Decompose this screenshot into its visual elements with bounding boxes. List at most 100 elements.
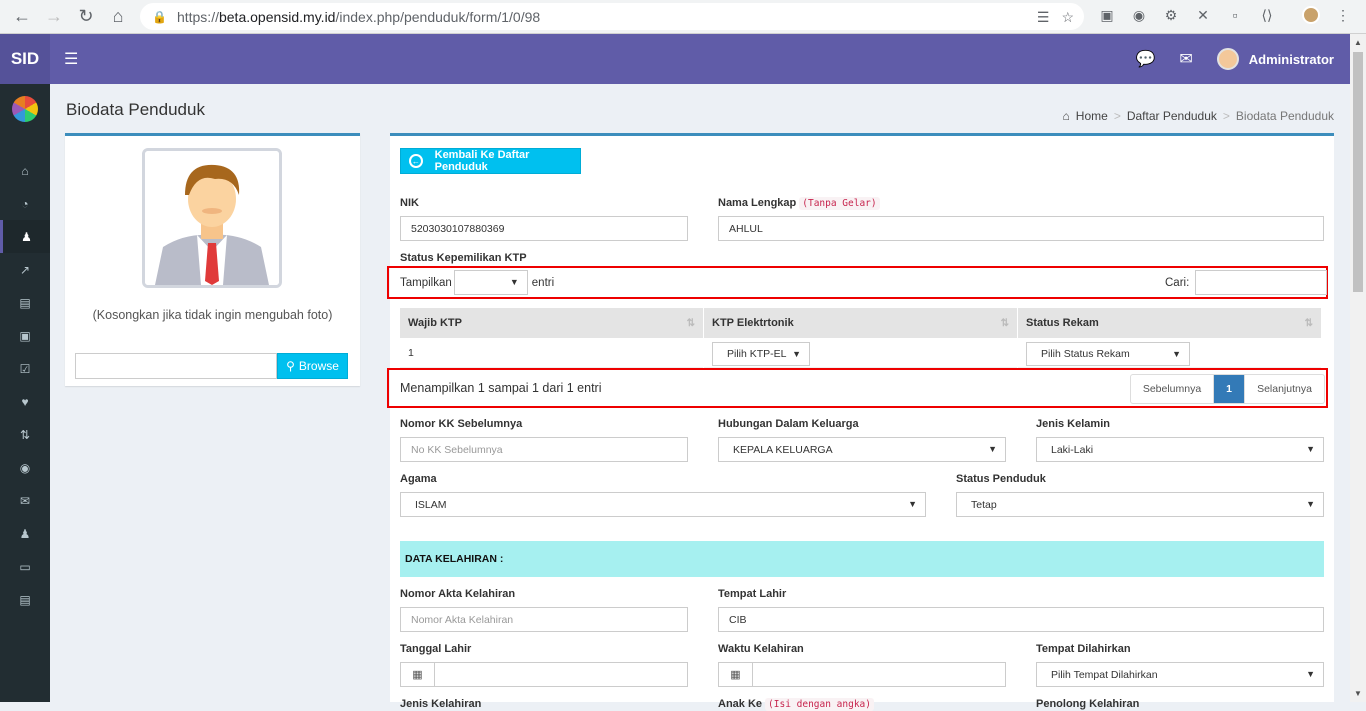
sort-icon: ⇅ [1304,317,1313,329]
chart-icon[interactable]: ↗ [0,253,50,286]
home-icon[interactable]: ⌂ [102,0,134,34]
road-sign-icon[interactable]: ⇅ [0,418,50,451]
pagination-prev[interactable]: Sebelumnya [1131,375,1214,403]
globe-icon[interactable]: ◉ [0,451,50,484]
table-search-input[interactable] [1195,270,1328,295]
jenis-kelamin-select[interactable]: Laki-Laki ▼ [1036,437,1324,462]
penolong-label: Penolong Kelahiran [1036,698,1140,710]
jenis-kelamin-label: Jenis Kelamin [1036,418,1110,430]
check-square-icon[interactable]: ☑ [0,352,50,385]
url-prefix: https:// [176,8,219,25]
users-icon[interactable]: ♟ [0,220,50,253]
column-header-status-rekam[interactable]: Status Rekam ⇅ [1018,308,1321,338]
tanggal-lahir-input[interactable]: ▦ [400,662,688,687]
photo-file-input[interactable] [75,353,277,379]
pagination-next[interactable]: Selanjutnya [1245,375,1324,403]
breadcrumb-daftar-penduduk[interactable]: Daftar Penduduk [1127,109,1217,123]
column-header-ktp-el[interactable]: KTP Elektrtonik ⇅ [704,308,1017,338]
length-control: Tampilkan ▼ entri [400,270,554,295]
nik-label: NIK [400,197,419,209]
extension-icon[interactable]: ⚙ [1162,6,1180,24]
hamburger-icon[interactable]: ☰ [64,49,78,69]
calendar-icon: ▦ [719,663,753,686]
back-to-list-button[interactable]: ← Kembali Ke Daftar Penduduk [400,148,581,174]
extension-icon[interactable]: ▫ [1226,6,1244,24]
breadcrumb-home[interactable]: Home [1076,109,1108,123]
table-info: Menampilkan 1 sampai 1 dari 1 entri [400,381,602,395]
length-select[interactable]: ▼ [453,270,528,295]
profile-avatar-icon[interactable] [1302,6,1320,24]
address-bar[interactable]: 🔒 https://beta.opensid.my.id/index.php/p… [140,3,1084,30]
extension-icon[interactable]: ⟨⟩ [1258,6,1276,24]
photo-panel: (Kosongkan jika tidak ingin mengubah fot… [65,133,360,386]
browse-button[interactable]: ⚲ Browse [277,353,348,379]
back-arrow-icon[interactable]: ← [6,0,38,34]
inbox-icon[interactable]: ▤ [0,583,50,616]
status-penduduk-select[interactable]: Tetap ▼ [956,492,1324,517]
menu-dots-icon[interactable]: ⋮ [1334,6,1352,24]
browse-label: Browse [298,359,339,373]
agama-select[interactable]: ISLAM ▼ [400,492,926,517]
monitor-icon[interactable]: ▭ [0,550,50,583]
dashboard-icon[interactable]: ◔ [0,187,50,220]
akta-input[interactable]: Nomor Akta Kelahiran [400,607,688,632]
home-icon: ⌂ [1062,109,1070,123]
envelope-icon[interactable]: ✉ [0,484,50,517]
desa-logo[interactable] [0,84,50,134]
sort-icon: ⇅ [1000,317,1009,329]
lock-icon: 🔒 [152,9,167,24]
page-scrollbar[interactable]: ▲ ▼ [1350,34,1366,702]
nama-input[interactable]: AHLUL [718,216,1324,241]
hubungan-select[interactable]: KEPALA KELUARGA ▼ [718,437,1006,462]
user-menu[interactable]: Administrator [1216,48,1334,70]
tempat-lahir-input[interactable]: CIB [718,607,1324,632]
waktu-kelahiran-input[interactable]: ▦ [718,662,1006,687]
top-navbar: SID ☰ 💬 ✉ Administrator [0,34,1350,84]
status-rekam-select[interactable]: Pilih Status Rekam ▼ [1026,341,1190,366]
pagination-page-1[interactable]: 1 [1214,375,1245,403]
extension-icon[interactable]: ✕ [1194,6,1212,24]
no-kk-input[interactable]: No KK Sebelumnya [400,437,688,462]
search-control: Cari: [1165,270,1328,295]
forward-arrow-icon[interactable]: → [38,0,70,34]
column-header-wajib-ktp[interactable]: Wajib KTP ⇅ [400,308,703,338]
app-logo[interactable]: SID [0,34,50,84]
waktu-kelahiran-label: Waktu Kelahiran [718,643,804,655]
nama-hint: (Tanpa Gelar) [799,197,880,210]
avatar [1216,48,1239,70]
bookmark-star-icon[interactable]: ☆ [1061,9,1074,26]
no-kk-label: Nomor KK Sebelumnya [400,418,523,430]
cell-ktp-el: Pilih KTP-EL ▼ [704,338,1017,368]
mail-icon[interactable]: ✉ [1179,49,1192,69]
biodata-form: ← Kembali Ke Daftar Penduduk NIK 5203030… [387,133,1334,711]
url-path: /index.php/penduduk/form/1/0/98 [335,8,541,25]
translate-icon[interactable]: ☰ [1037,9,1050,26]
tempat-dilahirkan-select[interactable]: Pilih Tempat Dilahirkan ▼ [1036,662,1324,687]
home-icon[interactable]: ⌂ [0,154,50,187]
browser-toolbar: ← → ↻ ⌂ 🔒 https://beta.opensid.my.id/ind… [0,0,1366,34]
book-icon[interactable]: ▤ [0,286,50,319]
tanggal-lahir-label: Tanggal Lahir [400,643,472,655]
search-icon: ⚲ [286,359,295,373]
sidebar: ⌂ ◔ ♟ ↗ ▤ ▣ ☑ ♥ ⇅ ◉ ✉ ♟ ▭ ▤ [0,84,50,702]
cell-status-rekam: Pilih Status Rekam ▼ [1018,338,1321,368]
heart-icon[interactable]: ♥ [0,385,50,418]
arrow-circle-left-icon: ← [409,154,423,168]
group-icon[interactable]: ♟ [0,517,50,550]
anak-ke-label: Anak Ke (Isi dengan angka) [718,698,874,711]
anak-ke-hint: (Isi dengan angka) [765,698,874,711]
reload-icon[interactable]: ↻ [70,0,102,34]
nik-input[interactable]: 5203030107880369 [400,216,688,241]
nama-label: Nama Lengkap (Tanpa Gelar) [718,197,880,210]
back-button-label: Kembali Ke Daftar Penduduk [434,149,530,173]
ktp-el-select[interactable]: Pilih KTP-EL ▼ [712,341,810,366]
calendar-icon: ▦ [401,663,435,686]
extension-icon[interactable]: ▣ [1098,6,1116,24]
photo-hint: (Kosongkan jika tidak ingin mengubah fot… [92,308,333,322]
jenis-kelahiran-label: Jenis Kelahiran [400,698,482,710]
archive-icon[interactable]: ▣ [0,319,50,352]
agama-label: Agama [400,473,437,485]
tempat-dilahirkan-label: Tempat Dilahirkan [1036,643,1131,655]
chat-icon[interactable]: 💬 [1135,49,1155,69]
extension-icon[interactable]: ◉ [1130,6,1148,24]
